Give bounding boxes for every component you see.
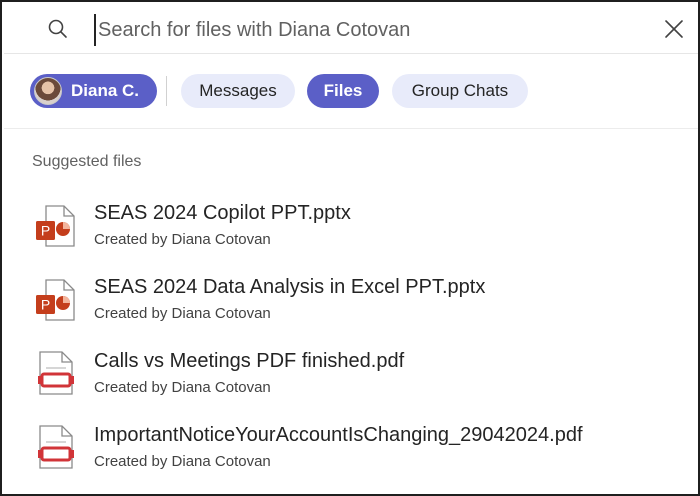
file-list-item[interactable]: Calls vs Meetings PDF finished.pdf Creat…	[4, 350, 698, 422]
powerpoint-icon: P	[36, 279, 75, 321]
pdf-icon	[38, 425, 74, 469]
file-meta: Created by Diana Cotovan	[94, 231, 271, 248]
file-meta: Created by Diana Cotovan	[94, 305, 271, 322]
file-name: SEAS 2024 Data Analysis in Excel PPT.ppt…	[94, 276, 486, 298]
file-meta: Created by Diana Cotovan	[94, 453, 271, 470]
file-list-item[interactable]: P SEAS 2024 Data Analysis in Excel PPT.p…	[4, 276, 698, 348]
svg-text:P: P	[41, 223, 50, 239]
search-panel: Diana C. Messages Files Group Chats Sugg…	[0, 0, 700, 496]
powerpoint-icon: P	[36, 205, 75, 247]
search-bar	[4, 4, 698, 54]
section-label: Suggested files	[32, 153, 142, 170]
filter-divider	[166, 76, 167, 106]
group-chats-filter-label: Group Chats	[411, 81, 509, 100]
person-filter-label: Diana C.	[71, 81, 140, 100]
file-name: ImportantNoticeYourAccountIsChanging_290…	[94, 424, 583, 446]
search-input[interactable]	[94, 14, 634, 46]
person-filter-pill[interactable]: Diana C.	[30, 74, 157, 108]
section-separator	[4, 128, 698, 129]
search-icon	[48, 19, 67, 38]
file-meta: Created by Diana Cotovan	[94, 379, 271, 396]
file-name: SEAS 2024 Copilot PPT.pptx	[94, 202, 351, 224]
file-name: Calls vs Meetings PDF finished.pdf	[94, 350, 405, 372]
file-list-item[interactable]: P SEAS 2024 Copilot PPT.pptx Created by …	[4, 202, 698, 274]
filter-bar: Diana C. Messages Files Group Chats	[30, 72, 690, 112]
close-icon[interactable]	[662, 17, 686, 41]
files-filter-label: Files	[323, 81, 363, 100]
messages-filter-pill[interactable]: Messages	[181, 74, 295, 108]
avatar	[34, 77, 62, 105]
file-list-item[interactable]: ImportantNoticeYourAccountIsChanging_290…	[4, 424, 698, 496]
svg-text:P: P	[41, 297, 50, 313]
group-chats-filter-pill[interactable]: Group Chats	[392, 74, 528, 108]
files-filter-pill[interactable]: Files	[307, 74, 379, 108]
messages-filter-label: Messages	[199, 81, 277, 100]
pdf-icon	[38, 351, 74, 395]
